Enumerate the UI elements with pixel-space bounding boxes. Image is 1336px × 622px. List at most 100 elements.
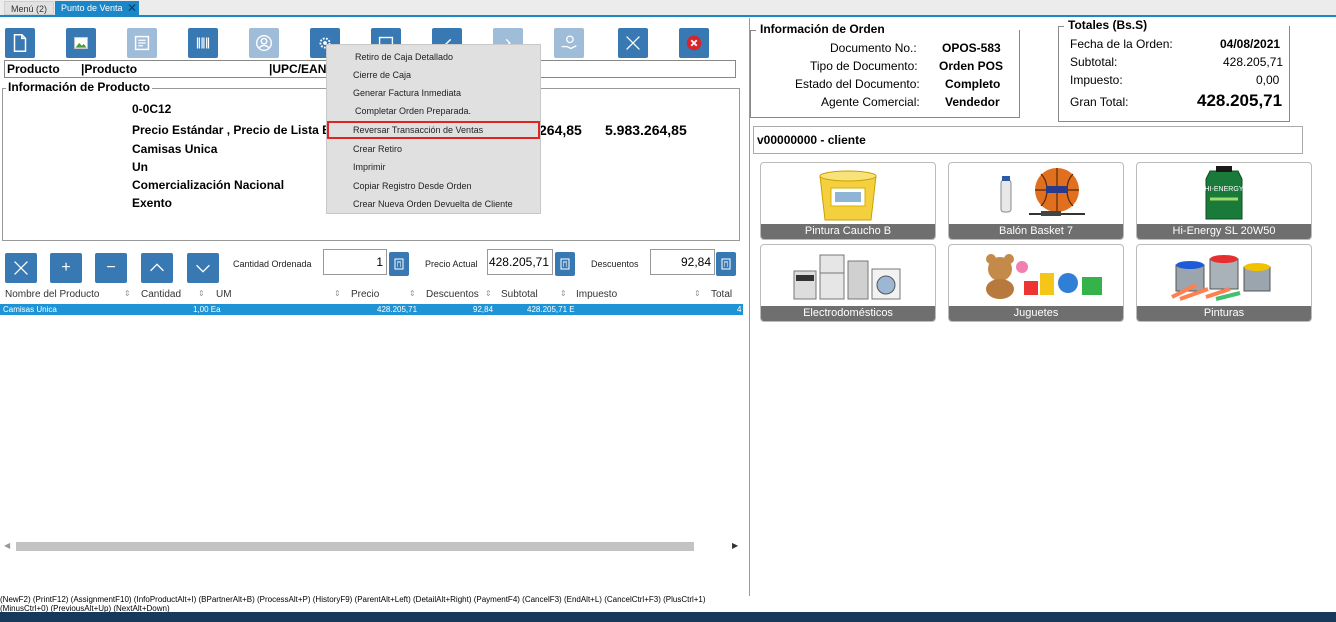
order-info-border (750, 30, 756, 31)
new-document-icon (13, 34, 27, 52)
precio-calculator-button[interactable] (555, 252, 575, 276)
product-tile-hi-energy[interactable]: HI-ENERGY Hi-Energy SL 20W50 (1136, 162, 1312, 240)
menu-item-crear-retiro[interactable]: Crear Retiro (327, 140, 540, 158)
scroll-right-icon[interactable]: ▶ (732, 541, 738, 550)
cantidad-label: Cantidad Ordenada (233, 259, 312, 269)
price-list: 5.983.264,85 (605, 122, 687, 138)
tab-bar (0, 0, 1336, 17)
payment-button[interactable] (554, 28, 584, 58)
product-name: Camisas Unica (132, 142, 218, 156)
price-label: Precio Estándar , Precio de Lista Bs.S (132, 123, 349, 137)
cell-total: 4 (737, 305, 742, 314)
shortcut-help: (NewF2) (PrintF12) (AssignmentF10) (Info… (0, 595, 706, 613)
header-impuesto[interactable]: Impuesto (576, 289, 617, 300)
product-tile-pinturas[interactable]: Pinturas (1136, 244, 1312, 322)
menu-item-crear-orden-devuelta[interactable]: Crear Nueva Orden Devuelta de Cliente (327, 195, 540, 213)
menu-item-retiro-caja-detallado[interactable]: Retiro de Caja Detallado (327, 48, 540, 66)
calculator-icon (394, 258, 404, 270)
chevron-up-icon (150, 263, 164, 272)
grand-total-label: Gran Total: (1070, 95, 1129, 109)
image-button[interactable] (66, 28, 96, 58)
paint-bucket-icon (761, 163, 935, 225)
tab-label: Punto de Venta (61, 3, 123, 13)
tab-menu[interactable]: Menú (2) (4, 1, 55, 15)
new-document-button[interactable] (5, 28, 35, 58)
product-tile-label: Electrodomésticos (761, 306, 935, 321)
header-nombre[interactable]: Nombre del Producto (5, 289, 100, 300)
doc-value: OPOS-583 (942, 41, 1001, 55)
product-tile-electrodomesticos[interactable]: Electrodomésticos (760, 244, 936, 322)
precio-label: Precio Actual (425, 259, 478, 269)
product-tile-juguetes[interactable]: Juguetes (948, 244, 1124, 322)
table-header: Nombre del Producto ⇕ Cantidad ⇕ UM ⇕ Pr… (0, 286, 745, 302)
totals-border (1058, 26, 1064, 27)
chevron-down-icon (196, 264, 210, 273)
header-subtotal[interactable]: Subtotal (501, 289, 538, 300)
sort-icon: ⇕ (485, 289, 492, 298)
product-info-legend: Información de Producto (6, 80, 153, 94)
product-tile-label: Juguetes (949, 306, 1123, 321)
status-bar (0, 612, 1336, 622)
user-button[interactable] (249, 28, 279, 58)
cancel-button[interactable] (618, 28, 648, 58)
table-row[interactable]: Camisas Unica 1,00 Ea 428.205,71 92,84 4… (0, 304, 743, 315)
status-value: Completo (945, 77, 1001, 91)
close-icon (686, 35, 702, 51)
minus-button[interactable]: − (95, 253, 127, 283)
cancel-icon (626, 36, 640, 50)
delete-line-button[interactable] (5, 253, 37, 283)
barcode-button[interactable] (188, 28, 218, 58)
sort-icon: ⇕ (334, 289, 341, 298)
previous-button[interactable] (141, 253, 173, 283)
svg-text:HI-ENERGY: HI-ENERGY (1205, 186, 1244, 193)
cantidad-input[interactable]: 1 (323, 249, 387, 275)
header-descuentos[interactable]: Descuentos (426, 289, 479, 300)
status-label: Estado del Documento: (795, 77, 920, 91)
cantidad-calculator-button[interactable] (389, 252, 409, 276)
sort-icon: ⇕ (694, 289, 701, 298)
producto-value: |Producto (81, 62, 138, 76)
precio-input[interactable]: 428.205,71 (487, 249, 553, 275)
header-um[interactable]: UM (216, 289, 232, 300)
descuento-input[interactable]: 92,84 (650, 249, 715, 275)
product-tile-label: Pinturas (1137, 306, 1311, 321)
date-value: 04/08/2021 (1220, 37, 1281, 51)
barcode-icon (196, 37, 210, 49)
product-category: Comercialización Nacional (132, 178, 285, 192)
tax-label: Impuesto: (1070, 73, 1123, 87)
product-tile-label: Hi-Energy SL 20W50 (1137, 224, 1311, 239)
price-standard: 264,85 (539, 122, 582, 138)
header-precio[interactable]: Precio (351, 289, 379, 300)
product-tile-pintura-caucho[interactable]: Pintura Caucho B (760, 162, 936, 240)
subtotal-value: 428.205,71 (1223, 55, 1284, 69)
header-total[interactable]: Total (711, 289, 732, 300)
print-button[interactable] (127, 28, 157, 58)
scrollbar-thumb[interactable] (16, 542, 694, 551)
menu-item-generar-factura[interactable]: Generar Factura Inmediata (327, 84, 540, 102)
customer-field[interactable]: v00000000 - cliente (753, 126, 1303, 154)
next-button[interactable] (187, 253, 219, 283)
menu-item-imprimir[interactable]: Imprimir (327, 158, 540, 176)
scroll-left-icon[interactable]: ◀ (4, 541, 10, 550)
close-icon[interactable]: ✕ (127, 1, 137, 15)
paint-cans-icon (1137, 245, 1311, 307)
tab-punto-de-venta[interactable]: Punto de Venta ✕ (55, 1, 139, 15)
plus-button[interactable]: + (50, 253, 82, 283)
payment-icon (561, 35, 577, 50)
horizontal-scrollbar[interactable]: ◀ ▶ (2, 540, 740, 554)
basketball-icon (949, 163, 1123, 225)
menu-item-completar-orden[interactable]: Completar Orden Preparada. (327, 102, 540, 120)
doc-label: Documento No.: (830, 41, 917, 55)
close-button[interactable] (679, 28, 709, 58)
producto-label: Producto (7, 62, 60, 76)
descuento-calculator-button[interactable] (716, 252, 736, 276)
menu-item-reversar-transaccion[interactable]: Reversar Transacción de Ventas (327, 121, 540, 139)
header-cantidad[interactable]: Cantidad (141, 289, 181, 300)
menu-item-cierre-caja[interactable]: Cierre de Caja (327, 66, 540, 84)
menu-item-copiar-registro[interactable]: Copiar Registro Desde Orden (327, 177, 540, 195)
grand-total-value: 428.205,71 (1197, 91, 1283, 110)
upc-label: |UPC/EAN: (269, 62, 331, 76)
sort-icon: ⇕ (409, 289, 416, 298)
oil-bottle-icon: HI-ENERGY (1137, 163, 1311, 225)
product-tile-balon-basket[interactable]: Balón Basket 7 (948, 162, 1124, 240)
